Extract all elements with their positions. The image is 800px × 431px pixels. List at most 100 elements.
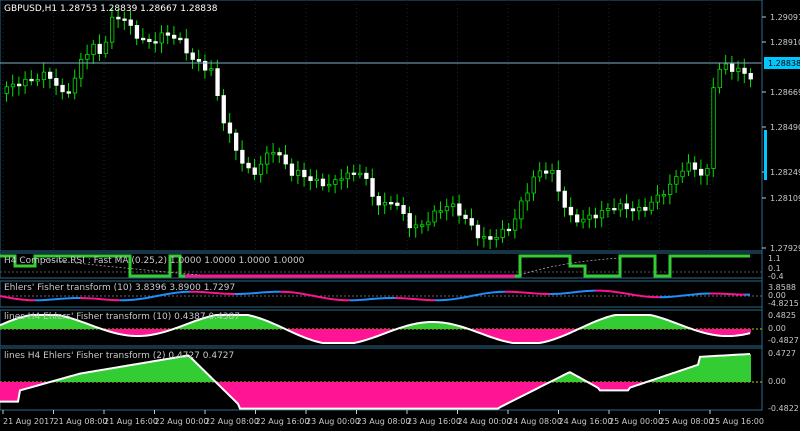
fisher10-segment [574, 290, 581, 294]
candle-bull [295, 169, 301, 176]
fisher10-segment [294, 291, 301, 295]
fisher10-segment [464, 295, 471, 299]
time-tick-label: 23 Aug 08:00 [357, 417, 411, 426]
candle-bear [624, 203, 629, 210]
candle-bear [122, 18, 127, 21]
candle-bear [370, 178, 375, 197]
candle-bull [91, 43, 96, 55]
candle-bull [357, 172, 363, 176]
time-tick-label: 25 Aug 16:00 [710, 417, 764, 426]
fisher10-segment [324, 297, 331, 300]
time-tick-label: 23 Aug 16:00 [407, 417, 461, 426]
candle-bull [649, 201, 654, 211]
candle-bear [562, 190, 567, 208]
candle-bear [612, 207, 617, 211]
time-tick-label: 25 Aug 00:00 [609, 417, 663, 426]
price-tick-label: 1.28490 [770, 123, 800, 132]
candle-bull [680, 170, 685, 178]
candle-bear [469, 218, 474, 226]
candle-bull [581, 218, 586, 223]
candle-bull [271, 152, 276, 155]
candle-bear [29, 78, 34, 82]
candle-bull [618, 203, 623, 211]
candle-bull [550, 170, 555, 174]
candle-bear [221, 95, 226, 124]
fisher10-segment [299, 292, 306, 296]
candle-bull [500, 228, 505, 238]
candle-bear [692, 162, 698, 170]
time-tick-label: 25 Aug 08:00 [660, 417, 714, 426]
panel4-title: lines H4 Ehlers' Fisher transform (2) 0.… [4, 351, 234, 361]
panel1-tick-bottom: -0.4 [768, 272, 784, 281]
panel1-tick-top: 1.1 [768, 254, 781, 263]
candle-bear [97, 43, 102, 54]
panel2-tick-bottom: -4.8215 [768, 299, 799, 308]
candle-bull [4, 86, 9, 94]
candle-bull [419, 224, 425, 227]
candle-bear [116, 16, 121, 20]
fisher10-segment [614, 290, 621, 294]
fisher10-segment [139, 297, 146, 301]
fisher10-segment [469, 294, 476, 298]
main-chart-frame [0, 0, 763, 252]
candle-bear [66, 91, 71, 94]
candle-bull [333, 179, 338, 185]
panel1-title: H4 Composite RSI : Fast MA (0.25,2) 1.00… [4, 256, 305, 266]
candle-bear [140, 37, 146, 41]
fisher10-segment [149, 295, 156, 299]
time-tick-label: 21 Aug 08:00 [54, 417, 108, 426]
scroll-marker [764, 130, 767, 180]
time-tick-label: 22 Aug 08:00 [205, 417, 259, 426]
time-tick-label: 22 Aug 16:00 [256, 417, 310, 426]
current-price-label: 1.28838 [768, 59, 800, 68]
candle-bear [16, 83, 22, 87]
candle-bear [463, 214, 468, 219]
candle-bear [302, 169, 307, 178]
panel2-title: Ehlers' Fisher transform (10) 3.8396 3.8… [4, 283, 235, 293]
candle-bear [407, 213, 412, 229]
candle-bull [606, 207, 611, 211]
fisher10-segment [154, 294, 161, 298]
candle-bull [450, 203, 456, 208]
candle-bear [742, 67, 747, 74]
fisher10-segment [639, 294, 646, 298]
fisher10-segment [489, 291, 496, 294]
candle-bull [432, 210, 437, 223]
candle-bear [215, 68, 220, 96]
time-axis[interactable]: 21 Aug 2017 21 Aug 08:0021 Aug 16:0022 Au… [2, 410, 764, 426]
price-tick-label: 1.28109 [770, 194, 800, 203]
candle-bear [277, 152, 282, 156]
fisher10-segment [684, 293, 691, 297]
candle-bull [587, 214, 592, 220]
candle-bear [54, 78, 59, 86]
candle-bear [165, 32, 171, 36]
candle-bull [674, 176, 679, 185]
candle-bear [190, 52, 195, 60]
candle-bear [134, 25, 140, 39]
chart-title: GBPUSD,H1 1.28753 1.28839 1.28667 1.2883… [4, 4, 218, 14]
fisher10-segment [309, 294, 316, 298]
fisher10-segment [624, 292, 631, 296]
candle-bear [699, 168, 704, 176]
price-tick-label: 1.27929 [770, 244, 800, 253]
candle-bull [10, 83, 16, 88]
fisher10-segment [9, 296, 16, 300]
fisher10-segment [629, 293, 636, 297]
fisher10-segment [474, 293, 481, 297]
candle-bull [599, 210, 605, 219]
candle-bull [519, 200, 524, 220]
candle-bull [209, 68, 214, 71]
time-tick-label: 24 Aug 16:00 [559, 417, 613, 426]
candle-bull [705, 168, 710, 176]
candle-bull [717, 68, 722, 89]
candle-bear [283, 154, 288, 165]
candle-bear [748, 72, 753, 80]
panel4-tick-bottom: -0.4822 [768, 404, 799, 413]
candle-bull [72, 77, 78, 94]
time-tick-label: 21 Aug 2017 [3, 417, 54, 426]
candle-bear [320, 178, 326, 187]
candle-bear [196, 59, 202, 62]
fisher10-segment [454, 297, 461, 300]
candle-bull [637, 206, 642, 212]
chart-window[interactable]: GBPUSD,H1 1.28753 1.28839 1.28667 1.2883… [0, 0, 800, 431]
